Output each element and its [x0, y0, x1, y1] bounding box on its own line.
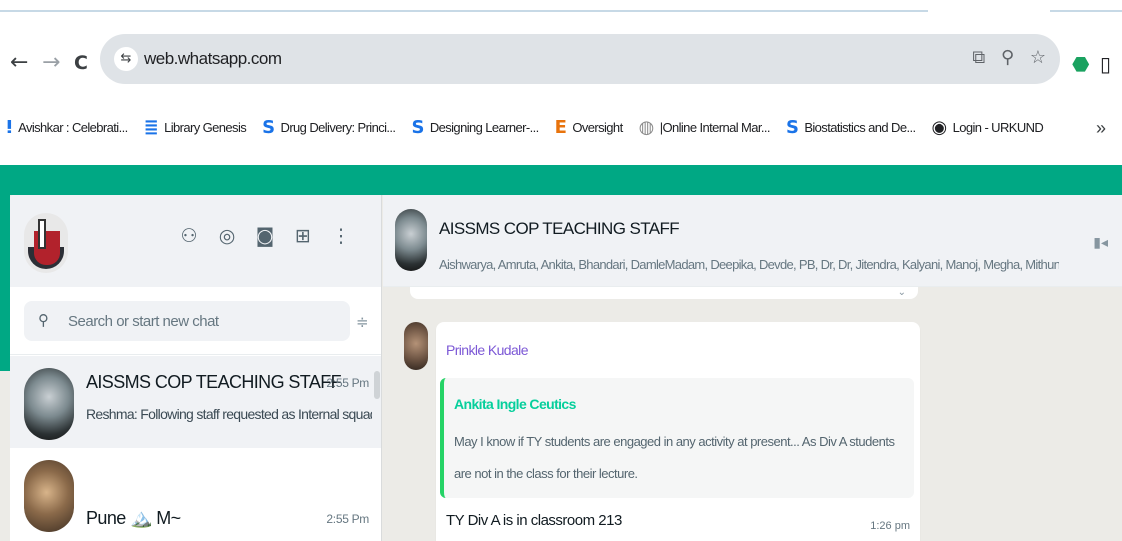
bookmark-label: Login - URKUND	[952, 119, 1044, 135]
conversation-header[interactable]: AISSMS COP TEACHING STAFF Aishwarya, Amr…	[383, 195, 1122, 287]
search-input[interactable]	[68, 301, 338, 341]
library-genesis-favicon: ≣	[143, 116, 159, 138]
chat-preview: Reshma: Following staff requested as Int…	[86, 406, 372, 422]
extension-icon[interactable]: ⬣	[1072, 52, 1089, 76]
profile-avatar[interactable]	[24, 213, 68, 273]
bookmark-star-icon[interactable]: ☆	[1030, 47, 1046, 68]
chat-list-item[interactable]: AISSMS COP TEACHING STAFF 2:55 Pm Reshma…	[10, 356, 381, 448]
chat-avatar	[24, 368, 74, 440]
communities-icon[interactable]: ⚇	[170, 225, 208, 247]
bookmark-item[interactable]: E Oversight	[554, 116, 624, 138]
bookmark-item[interactable]: S Designing Learner-...	[411, 116, 539, 138]
search-bar: ⚲ ≑	[10, 287, 381, 355]
tab-divider	[0, 10, 928, 12]
quoted-text: May I know if TY students are engaged in…	[454, 434, 895, 481]
bookmark-item[interactable]: S Drug Delivery: Princi...	[262, 116, 397, 138]
group-avatar[interactable]	[395, 209, 427, 271]
chat-sidebar: ⚇◎◙⊞⋮ ⚲ ≑ AISSMS COP TEACHING STAFF 2:55…	[10, 195, 382, 541]
chat-list-scrollbar[interactable]	[374, 371, 380, 399]
scribd-favicon: S	[262, 116, 275, 138]
bookmark-item[interactable]: S Biostatistics and De...	[786, 117, 916, 138]
status-icon[interactable]: ◎	[208, 225, 246, 247]
bookmarks-overflow-icon[interactable]: »	[1096, 118, 1106, 139]
chat-time: 2:55 Pm	[326, 376, 369, 390]
avishkar-favicon: ⵑ	[6, 116, 13, 138]
search-icon[interactable]: ⚲	[38, 311, 49, 329]
message-text: TY Div A is in classroom 213	[446, 512, 622, 529]
message-menu-icon[interactable]: ⌄	[898, 287, 906, 298]
quoted-author: Ankita Ingle Ceutics	[454, 396, 576, 412]
site-info-icon[interactable]: ⇆	[114, 47, 138, 71]
install-app-icon[interactable]: ⧉	[972, 47, 985, 68]
search-box[interactable]: ⚲	[24, 301, 350, 341]
app-header-band	[0, 165, 1122, 195]
quoted-message[interactable]: Ankita Ingle Ceutics May I know if TY st…	[440, 378, 914, 498]
forward-icon[interactable]: →	[42, 52, 60, 74]
message-time: 1:26 pm	[870, 520, 910, 532]
online-internal-favicon: ◍	[638, 116, 655, 138]
chat-list-item[interactable]: Pune 🏔️ M~ 2:55 Pm	[10, 448, 381, 540]
filter-icon[interactable]: ≑	[356, 313, 369, 331]
new-chat-icon[interactable]: ⊞	[284, 225, 322, 247]
sidebar-header-actions: ⚇ ◎ ◙ ⊞ ⋮	[170, 225, 360, 247]
side-panel-icon[interactable]: ▯	[1100, 52, 1111, 76]
bookmark-label: Avishkar : Celebrati...	[18, 119, 128, 135]
chat-time: 2:55 Pm	[326, 512, 369, 526]
bookmark-label: Biostatistics and De...	[804, 119, 916, 135]
message-bubble[interactable]: Prinkle Kudale Ankita Ingle Ceutics May …	[436, 322, 920, 541]
conversation-title: AISSMS COP TEACHING STAFF	[439, 219, 680, 238]
channels-icon[interactable]: ◙	[246, 225, 284, 247]
bookmark-label: Designing Learner-...	[429, 119, 539, 135]
video-call-icon[interactable]: ▮◂	[1093, 235, 1108, 251]
url-text[interactable]: web.whatsapp.com	[144, 49, 282, 69]
omnibox-actions: ⧉ ⚲ ☆	[962, 47, 1046, 68]
bookmark-item[interactable]: ◍ |Online Internal Mar...	[638, 116, 771, 138]
bookmark-item[interactable]: ◉ Login - URKUND	[932, 117, 1044, 138]
scribd-favicon: S	[785, 116, 799, 138]
bookmark-item[interactable]: ⵑ Avishkar : Celebrati...	[6, 117, 128, 138]
bookmarks-bar: ⵑ Avishkar : Celebrati... ≣ Library Genesis…	[0, 102, 1122, 152]
bookmark-label: Library Genesis	[164, 119, 247, 135]
tab-divider	[1050, 10, 1122, 12]
previous-message-bubble: ⌄	[410, 287, 918, 299]
bookmark-item[interactable]: ≣ Library Genesis	[144, 117, 247, 138]
group-members: Aishwarya, Amruta, Ankita, Bhandari, Dam…	[439, 257, 1059, 272]
reload-icon[interactable]: C	[74, 52, 88, 74]
urkund-favicon: ◉	[931, 116, 948, 138]
scribd-favicon: S	[411, 116, 424, 138]
address-bar[interactable]: ⇆ web.whatsapp.com ⧉ ⚲ ☆	[100, 34, 1060, 84]
tab-strip	[0, 0, 1122, 22]
app-accent-edge	[0, 195, 10, 371]
chat-avatar	[24, 460, 74, 532]
oversight-favicon: E	[554, 116, 567, 138]
message-sender[interactable]: Prinkle Kudale	[446, 342, 528, 358]
sidebar-header: ⚇ ◎ ◙ ⊞ ⋮	[10, 195, 381, 287]
zoom-icon[interactable]: ⚲	[1001, 47, 1014, 68]
chat-name: Pune 🏔️ M~	[86, 508, 181, 528]
back-icon[interactable]: ←	[10, 52, 28, 74]
bookmark-label: Drug Delivery: Princi...	[280, 119, 397, 135]
bookmark-label: |Online Internal Mar...	[659, 119, 771, 135]
bookmark-label: Oversight	[572, 119, 623, 135]
menu-icon[interactable]: ⋮	[322, 225, 360, 247]
sender-avatar[interactable]	[404, 322, 428, 370]
chat-name: AISSMS COP TEACHING STAFF	[86, 372, 342, 392]
